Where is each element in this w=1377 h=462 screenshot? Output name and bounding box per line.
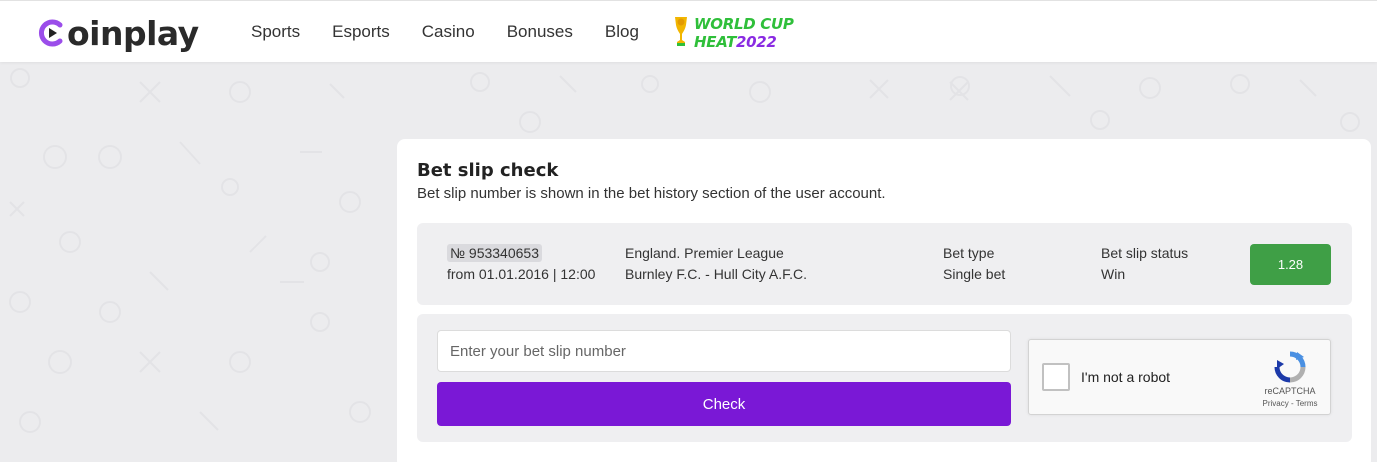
- top-header: oinplay Sports Esports Casino Bonuses Bl…: [0, 0, 1377, 62]
- recaptcha-widget: I'm not a robot reCAPTCHA Privacy - Term…: [1028, 339, 1331, 415]
- slip-date: from 01.01.2016 | 12:00: [447, 266, 596, 282]
- nav-casino[interactable]: Casino: [422, 22, 475, 42]
- coinplay-logo[interactable]: oinplay: [38, 13, 199, 53]
- main-nav: Sports Esports Casino Bonuses Blog: [251, 1, 671, 63]
- bet-slip-summary: № 953340653 from 01.01.2016 | 12:00 Engl…: [417, 223, 1352, 305]
- status-label: Bet slip status: [1101, 245, 1189, 261]
- slip-match: Burnley F.C. - Hull City A.F.C.: [625, 266, 808, 282]
- slip-event-column: England. Premier League Burnley F.C. - H…: [625, 243, 807, 285]
- bet-slip-check-card: Bet slip check Bet slip number is shown …: [397, 139, 1371, 462]
- recaptcha-label: I'm not a robot: [1081, 369, 1171, 385]
- bet-slip-number-input[interactable]: [437, 330, 1011, 372]
- slip-type-column: Bet type Single bet: [943, 243, 1005, 285]
- slip-league: England. Premier League: [625, 245, 784, 261]
- promo-line2: HEAT2022: [694, 33, 794, 51]
- promo-line1: WORLD CUP: [694, 15, 794, 33]
- recaptcha-logo-icon: [1273, 350, 1307, 389]
- world-cup-promo[interactable]: WORLD CUP HEAT2022: [672, 13, 794, 53]
- promo-text: WORLD CUP HEAT2022: [694, 15, 794, 51]
- recaptcha-brand: reCAPTCHA: [1264, 386, 1316, 396]
- check-button[interactable]: Check: [437, 382, 1011, 426]
- card-title: Bet slip check: [417, 160, 559, 181]
- trophy-icon: [672, 13, 690, 54]
- bet-type-value: Single bet: [943, 266, 1006, 282]
- promo-heat: HEAT: [694, 33, 737, 51]
- bet-slip-form: Check I'm not a robot reCAPTCHA Privacy …: [417, 314, 1352, 442]
- bet-type-label: Bet type: [943, 245, 995, 261]
- status-value: Win: [1101, 266, 1126, 282]
- logo-play-icon: [38, 18, 66, 48]
- recaptcha-links[interactable]: Privacy - Terms: [1255, 399, 1325, 408]
- promo-year: 2022: [736, 33, 777, 51]
- nav-bonuses[interactable]: Bonuses: [507, 22, 573, 42]
- slip-status-column: Bet slip status Win: [1101, 243, 1188, 285]
- nav-esports[interactable]: Esports: [332, 22, 390, 42]
- nav-sports[interactable]: Sports: [251, 22, 300, 42]
- nav-blog[interactable]: Blog: [605, 22, 639, 42]
- slip-id-column: № 953340653 from 01.01.2016 | 12:00: [447, 243, 595, 285]
- recaptcha-checkbox[interactable]: [1042, 363, 1070, 391]
- card-subtitle: Bet slip number is shown in the bet hist…: [417, 185, 886, 202]
- logo-text: oinplay: [67, 13, 199, 53]
- slip-number: № 953340653: [447, 244, 542, 262]
- odds-badge: 1.28: [1250, 244, 1331, 285]
